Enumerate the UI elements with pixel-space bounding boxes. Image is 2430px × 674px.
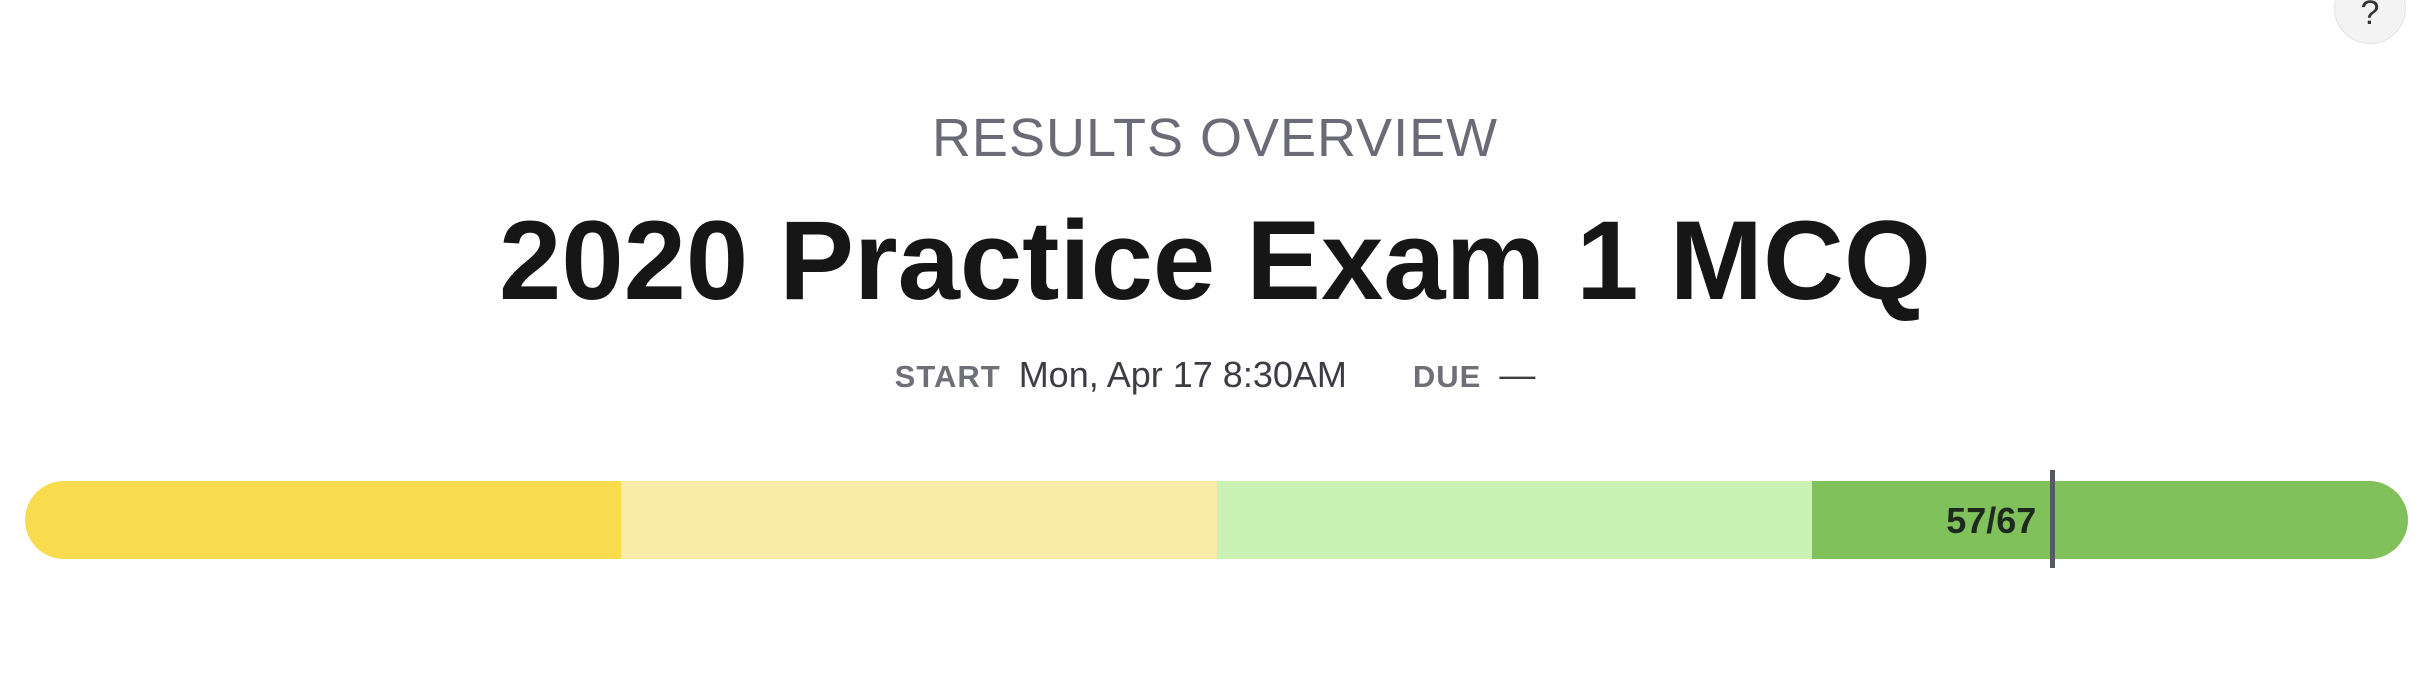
score-marker [2050,470,2056,568]
results-overview-heading: RESULTS OVERVIEW [931,108,1499,168]
start-value: Mon, Apr 17 8:30AM [1018,354,1347,395]
due-label: DUE [1412,359,1482,394]
score-label: 57/67 [1946,500,2037,541]
start-info: START Mon, Apr 17 8:30AM [895,350,1347,402]
start-label: START [894,359,1001,394]
question-mark-icon: ? [2360,0,2380,32]
exam-meta: START Mon, Apr 17 8:30AM DUE — [0,350,2430,402]
due-info: DUE — [1413,350,1535,402]
progress-segment-band-1 [25,481,621,559]
progress-segment-band-3 [1216,481,1813,559]
progress-segment-band-2 [620,481,1217,559]
page-title: 2020 Practice Exam 1 MCQ [499,198,1931,323]
due-value: — [1499,354,1536,395]
help-button[interactable]: ? [2334,0,2406,44]
